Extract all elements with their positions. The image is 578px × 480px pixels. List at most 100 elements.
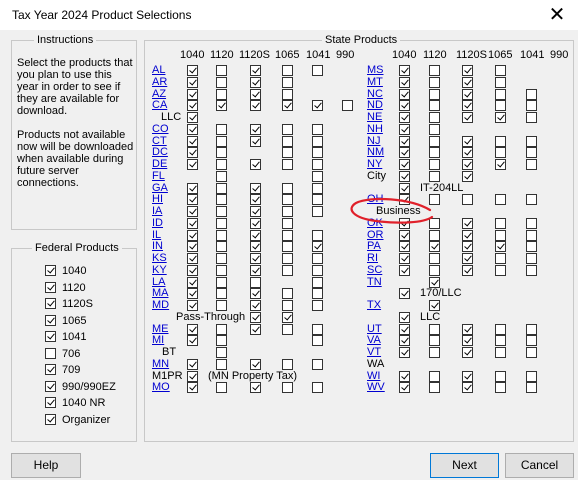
state-link-hi[interactable]: HI xyxy=(152,193,163,205)
state-checkbox-ar-1065[interactable] xyxy=(282,76,293,88)
state-checkbox-bt-1120[interactable] xyxy=(216,347,227,358)
state-checkbox-al-1040[interactable] xyxy=(187,65,198,76)
federal-checkbox-1065[interactable] xyxy=(45,314,56,326)
state-checkbox-ma-1065[interactable] xyxy=(282,288,293,300)
state-checkbox-vt-1040[interactable] xyxy=(399,347,410,358)
state-link-ia[interactable]: IA xyxy=(152,205,162,217)
state-checkbox-ok-1120[interactable] xyxy=(429,217,440,229)
state-link-in[interactable]: IN xyxy=(152,240,163,252)
state-checkbox-city-1120[interactable] xyxy=(429,170,440,182)
state-checkbox-nh-1040[interactable] xyxy=(399,123,410,135)
state-checkbox-ky-1040[interactable] xyxy=(187,264,198,276)
state-checkbox-mt-1120s[interactable] xyxy=(462,76,473,88)
state-checkbox-al-1041[interactable] xyxy=(312,65,323,76)
state-checkbox-co-1065[interactable] xyxy=(282,123,293,135)
state-checkbox-dc-1120[interactable] xyxy=(216,147,227,159)
state-checkbox-ca-1120[interactable] xyxy=(216,100,227,112)
state-checkbox-mi-1040[interactable] xyxy=(187,335,198,347)
state-checkbox-co-1120[interactable] xyxy=(216,123,227,135)
state-checkbox-ne-1065[interactable] xyxy=(495,112,506,123)
state-link-fl[interactable]: FL xyxy=(152,170,165,182)
state-link-de[interactable]: DE xyxy=(152,158,167,170)
state-link-mi[interactable]: MI xyxy=(152,334,164,346)
state-checkbox-in-1041[interactable] xyxy=(312,241,323,253)
state-checkbox-de-1120[interactable] xyxy=(216,159,227,170)
state-checkbox-va-1120[interactable] xyxy=(429,335,440,347)
state-link-wv[interactable]: WV xyxy=(367,381,385,393)
state-checkbox-mt-1040[interactable] xyxy=(399,76,410,88)
state-checkbox-nj-1040[interactable] xyxy=(399,135,410,147)
state-link-ar[interactable]: AR xyxy=(152,76,167,88)
state-checkbox-al-1120[interactable] xyxy=(216,65,227,76)
state-checkbox-va-1040[interactable] xyxy=(399,335,410,347)
state-checkbox-ma-1041[interactable] xyxy=(312,288,323,300)
state-checkbox-mo-1041[interactable] xyxy=(312,382,323,394)
state-checkbox-ct-1120[interactable] xyxy=(216,135,227,147)
state-checkbox-ga-1120[interactable] xyxy=(216,182,227,194)
state-checkbox-id-1065[interactable] xyxy=(282,217,293,229)
state-checkbox-ia-1120s[interactable] xyxy=(250,206,261,217)
state-checkbox-nj-1065[interactable] xyxy=(495,135,506,147)
state-checkbox-ut-1041[interactable] xyxy=(526,323,537,335)
state-checkbox-ks-1120[interactable] xyxy=(216,253,227,264)
federal-checkbox-1120[interactable] xyxy=(45,281,56,293)
state-checkbox-mo-1065[interactable] xyxy=(282,382,293,394)
state-checkbox-ok-1040[interactable] xyxy=(399,217,410,229)
close-icon[interactable]: ✕ xyxy=(540,2,574,28)
next-button[interactable]: Next xyxy=(430,453,499,478)
state-checkbox-oh-1120s[interactable] xyxy=(462,194,473,206)
state-link-az[interactable]: AZ xyxy=(152,88,166,100)
state-checkbox-nc-1120[interactable] xyxy=(429,88,440,100)
state-checkbox-pa-1041[interactable] xyxy=(526,241,537,253)
state-checkbox-ks-1120s[interactable] xyxy=(250,253,261,264)
state-link-ma[interactable]: MA xyxy=(152,287,169,299)
state-checkbox-ks-1041[interactable] xyxy=(312,253,323,264)
state-checkbox-nj-1120[interactable] xyxy=(429,135,440,147)
state-checkbox-co-1040[interactable] xyxy=(187,123,198,135)
cancel-button[interactable]: Cancel xyxy=(505,453,574,478)
state-checkbox-in-1120s[interactable] xyxy=(250,241,261,253)
state-checkbox-me-1120s[interactable] xyxy=(250,323,261,335)
state-checkbox-hi-1120s[interactable] xyxy=(250,194,261,206)
state-checkbox-mn-1041[interactable] xyxy=(312,358,323,370)
state-checkbox-oh-1040[interactable] xyxy=(399,194,410,206)
state-link-ny[interactable]: NY xyxy=(367,158,382,170)
state-checkbox-ny-1065[interactable] xyxy=(495,159,506,170)
state-checkbox-ny-1120[interactable] xyxy=(429,159,440,170)
state-checkbox-or-1120s[interactable] xyxy=(462,229,473,241)
state-checkbox-in-1040[interactable] xyxy=(187,241,198,253)
state-checkbox-nc-1065[interactable] xyxy=(495,88,506,100)
state-checkbox-ky-1065[interactable] xyxy=(282,264,293,276)
state-checkbox-ca-1065[interactable] xyxy=(282,100,293,112)
state-checkbox-ga-1065[interactable] xyxy=(282,182,293,194)
state-checkbox-mn-1120s[interactable] xyxy=(250,358,261,370)
state-link-mt[interactable]: MT xyxy=(367,76,383,88)
state-checkbox-ri-1040[interactable] xyxy=(399,253,410,264)
state-checkbox-wv-1065[interactable] xyxy=(495,382,506,394)
state-checkbox-sc-1041[interactable] xyxy=(526,264,537,276)
state-checkbox-ma-1120[interactable] xyxy=(216,288,227,300)
federal-checkbox-1040[interactable] xyxy=(45,265,56,276)
state-link-al[interactable]: AL xyxy=(152,64,165,76)
state-checkbox-nc-1041[interactable] xyxy=(526,88,537,100)
state-link-nd[interactable]: ND xyxy=(367,99,383,111)
state-checkbox-ms-1120[interactable] xyxy=(429,65,440,76)
state-checkbox-nc-1040[interactable] xyxy=(399,88,410,100)
state-checkbox-ct-1120s[interactable] xyxy=(250,135,261,147)
federal-checkbox-organizer[interactable] xyxy=(45,413,56,425)
state-checkbox-ne-1041[interactable] xyxy=(526,112,537,123)
state-checkbox-pass-through-1120s[interactable] xyxy=(250,311,261,323)
state-checkbox-az-1120[interactable] xyxy=(216,88,227,100)
state-checkbox-nm-1041[interactable] xyxy=(526,147,537,159)
state-checkbox-nd-1120s[interactable] xyxy=(462,100,473,112)
state-checkbox-llc-1040[interactable] xyxy=(399,311,410,323)
state-link-id[interactable]: ID xyxy=(152,217,163,229)
state-checkbox-ne-1120[interactable] xyxy=(429,112,440,123)
state-checkbox-me-1040[interactable] xyxy=(187,323,198,335)
state-link-ne[interactable]: NE xyxy=(367,111,382,123)
state-checkbox-it-204ll-1040[interactable] xyxy=(399,182,410,194)
state-checkbox-ut-1065[interactable] xyxy=(495,323,506,335)
state-link-nc[interactable]: NC xyxy=(367,88,383,100)
state-checkbox-or-1040[interactable] xyxy=(399,229,410,241)
state-link-ks[interactable]: KS xyxy=(152,252,167,264)
